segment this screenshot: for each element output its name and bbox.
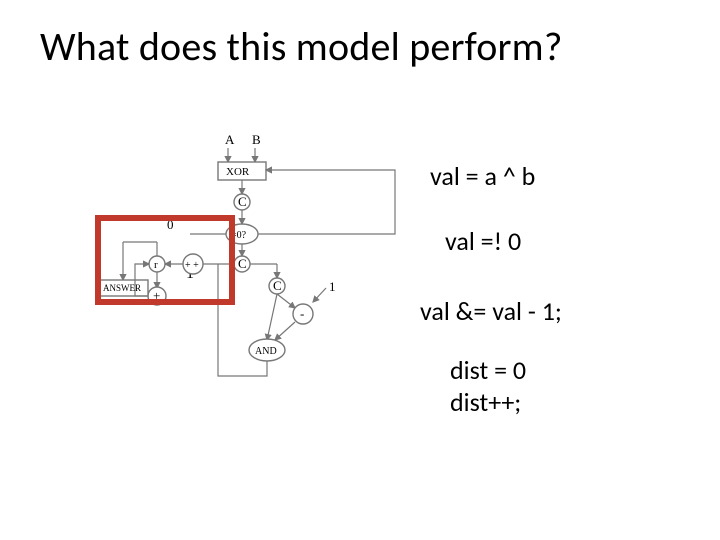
svg-text:C: C xyxy=(273,278,282,293)
svg-text:C: C xyxy=(238,194,247,209)
svg-text:C: C xyxy=(238,256,247,271)
slide-title: What does this model perform? xyxy=(40,22,563,71)
label-a: A xyxy=(225,132,235,147)
code-line-3: val &= val - 1; xyxy=(420,295,562,327)
svg-text:AND: AND xyxy=(255,346,277,357)
svg-text:XOR: XOR xyxy=(226,166,250,178)
svg-text:-: - xyxy=(300,306,304,321)
label-b: B xyxy=(252,132,261,147)
label-one-small: 1 xyxy=(329,279,336,294)
code-line-1: val = a ^ b xyxy=(430,160,535,192)
highlight-box xyxy=(95,215,235,305)
slide: What does this model perform? val = a ^ … xyxy=(0,0,720,540)
code-line-4a: dist = 0 xyxy=(450,354,526,386)
code-line-4b: dist++; xyxy=(450,386,526,418)
code-lines-4: dist = 0 dist++; xyxy=(450,354,526,418)
code-line-2: val =! 0 xyxy=(445,225,521,257)
